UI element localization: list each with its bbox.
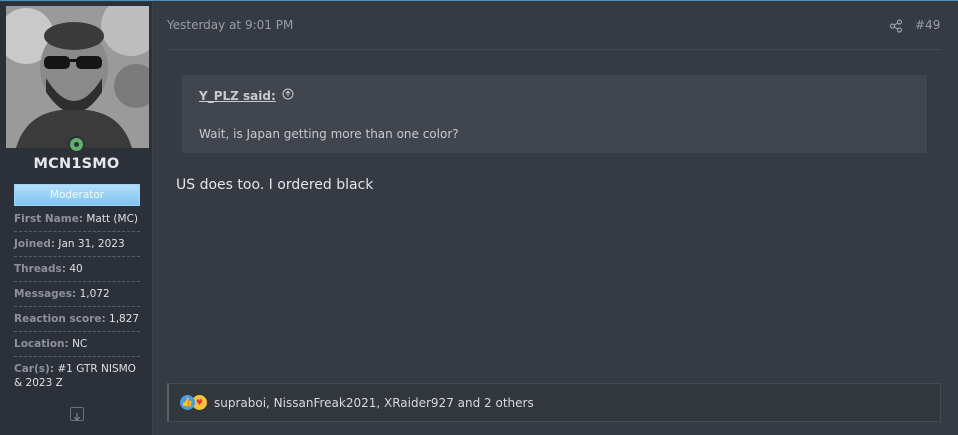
- info-messages: Messages: 1,072: [14, 285, 140, 307]
- info-label: Threads:: [14, 263, 66, 275]
- share-icon[interactable]: [889, 18, 903, 33]
- user-info-list: First Name: Matt (MC) Joined: Jan 31, 20…: [14, 210, 140, 398]
- info-value: 40: [69, 263, 83, 275]
- info-joined: Joined: Jan 31, 2023: [14, 235, 140, 257]
- info-label: Messages:: [14, 288, 77, 300]
- post-date[interactable]: Yesterday at 9:01 PM: [167, 18, 293, 32]
- info-value: Jan 31, 2023: [58, 238, 125, 250]
- avatar[interactable]: [6, 6, 149, 148]
- quote-header: Y_PLZ said:: [199, 88, 294, 103]
- info-label: First Name:: [14, 213, 84, 225]
- info-label: Reaction score:: [14, 313, 106, 325]
- forum-post: MCN1SMO Moderator First Name: Matt (MC) …: [0, 0, 958, 435]
- info-value: NC: [72, 338, 88, 350]
- reaction-icons[interactable]: 👍 ♥: [180, 395, 207, 410]
- info-value: 1,827: [109, 313, 140, 325]
- quote-block: Y_PLZ said: Wait, is Japan getting more …: [182, 75, 927, 153]
- info-label: Joined:: [14, 238, 56, 250]
- expand-down-icon[interactable]: [70, 407, 84, 421]
- info-reaction-score: Reaction score: 1,827: [14, 310, 140, 332]
- info-threads: Threads: 40: [14, 260, 140, 282]
- info-cars: Car(s): #1 GTR NISMO & 2023 Z: [14, 360, 140, 395]
- like-icon: 👍: [180, 395, 195, 410]
- info-location: Location: NC: [14, 335, 140, 357]
- user-info-column: MCN1SMO Moderator First Name: Matt (MC) …: [0, 2, 153, 435]
- online-status-icon: [68, 136, 85, 153]
- info-label: Car(s):: [14, 363, 55, 375]
- info-first-name: First Name: Matt (MC): [14, 210, 140, 232]
- info-value: Matt (MC): [86, 213, 139, 225]
- reaction-users-link[interactable]: supraboi, NissanFreak2021, XRaider927 an…: [214, 396, 534, 410]
- info-label: Location:: [14, 338, 69, 350]
- jump-to-quote-icon[interactable]: [282, 88, 294, 103]
- role-badge: Moderator: [14, 184, 140, 206]
- quote-text: Wait, is Japan getting more than one col…: [199, 127, 459, 141]
- divider: [167, 49, 941, 50]
- reactions-bar[interactable]: 👍 ♥ supraboi, NissanFreak2021, XRaider92…: [167, 383, 941, 422]
- quote-author-link[interactable]: Y_PLZ said:: [199, 89, 276, 103]
- post-message: US does too. I ordered black: [176, 177, 374, 193]
- post-number-link[interactable]: #49: [915, 18, 940, 32]
- info-value: 1,072: [79, 288, 110, 300]
- username[interactable]: MCN1SMO: [0, 156, 153, 172]
